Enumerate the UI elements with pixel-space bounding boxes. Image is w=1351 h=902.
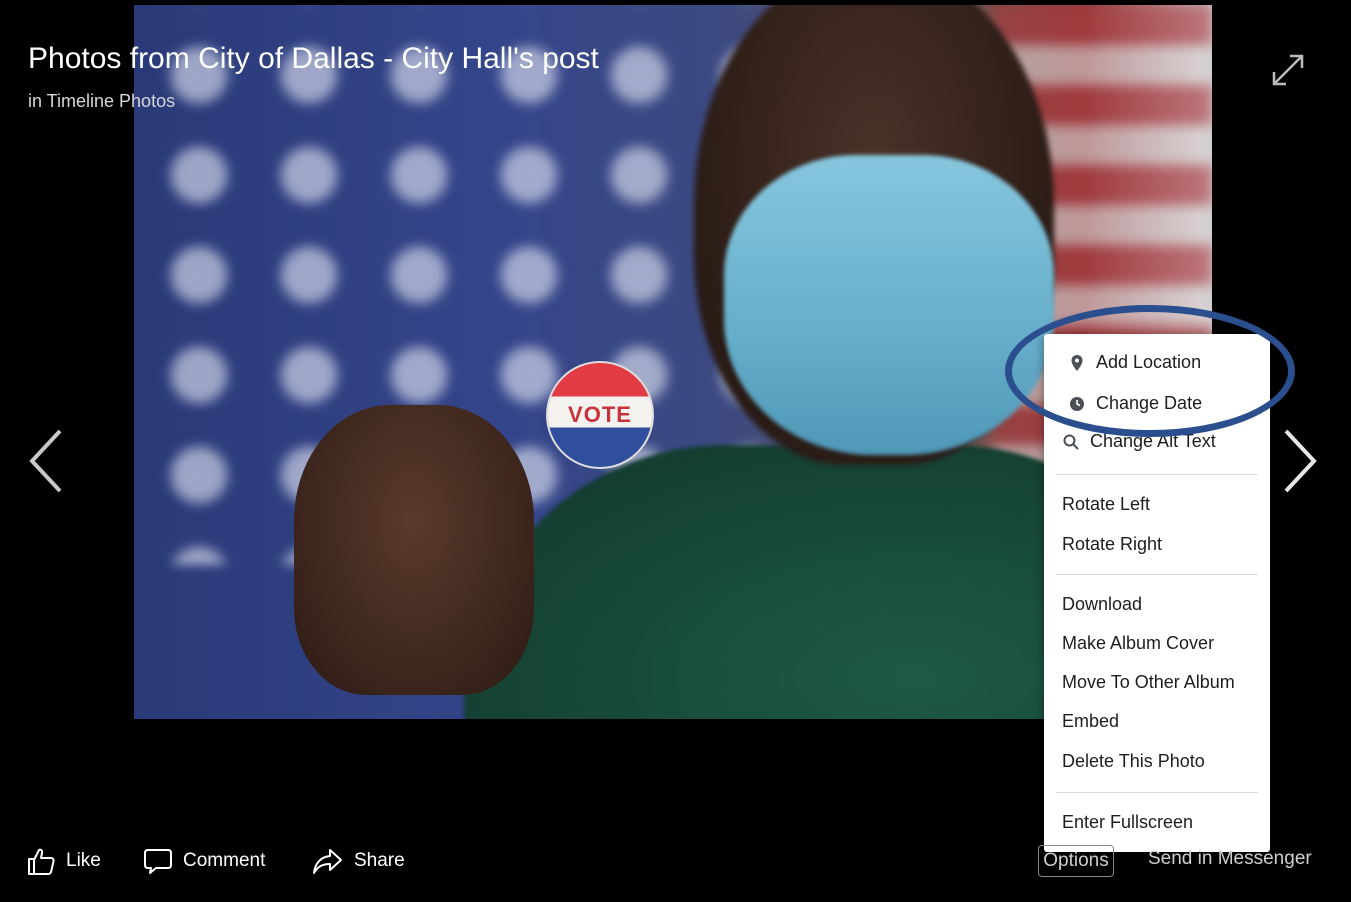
menu-item-move-to-other-album[interactable]: Move To Other Album xyxy=(1062,669,1235,695)
search-icon xyxy=(1062,432,1080,450)
menu-item-label: Change Alt Text xyxy=(1090,431,1216,451)
clock-icon xyxy=(1068,394,1086,412)
menu-item-label: Move To Other Album xyxy=(1062,672,1235,692)
vote-sticker-text: VOTE xyxy=(568,402,632,427)
send-in-messenger-button[interactable]: Send in Messenger xyxy=(1148,848,1312,870)
menu-item-label: Make Album Cover xyxy=(1062,633,1215,653)
comment-button[interactable]: Comment xyxy=(143,846,265,876)
menu-item-rotate-right[interactable]: Rotate Right xyxy=(1062,531,1162,557)
menu-item-label: Rotate Right xyxy=(1062,534,1163,554)
album-link[interactable]: in Timeline Photos xyxy=(28,91,175,112)
share-button[interactable]: Share xyxy=(312,846,405,876)
menu-item-change-date[interactable]: Change Date xyxy=(1062,390,1202,416)
vote-sticker: VOTE xyxy=(546,361,654,469)
menu-item-label: Embed xyxy=(1062,711,1120,731)
comment-bubble-icon xyxy=(144,849,172,874)
page-title: Photos from City of Dallas - City Hall's… xyxy=(28,42,599,75)
options-label: Options xyxy=(1043,850,1109,871)
menu-item-label: Rotate Left xyxy=(1062,494,1151,514)
chevron-left-icon[interactable] xyxy=(26,428,66,494)
share-arrow-icon xyxy=(313,849,342,874)
like-label: Like xyxy=(66,850,101,871)
location-pin-icon xyxy=(1068,353,1086,371)
menu-item-label: Download xyxy=(1062,594,1143,614)
menu-item-change-alt-text[interactable]: Change Alt Text xyxy=(1056,431,1216,451)
menu-item-label: Change Date xyxy=(1096,393,1203,413)
menu-item-download[interactable]: Download xyxy=(1062,591,1142,617)
menu-item-label: Delete This Photo xyxy=(1062,751,1205,771)
menu-divider xyxy=(1056,574,1258,575)
menu-item-label: Enter Fullscreen xyxy=(1062,812,1194,832)
menu-item-embed[interactable]: Embed xyxy=(1062,708,1119,734)
menu-divider xyxy=(1056,792,1258,793)
menu-divider xyxy=(1056,474,1258,475)
menu-item-label: Add Location xyxy=(1096,352,1202,372)
menu-item-enter-fullscreen[interactable]: Enter Fullscreen xyxy=(1062,809,1193,835)
thumbs-up-icon xyxy=(28,848,55,875)
options-button[interactable]: Options xyxy=(1038,845,1114,877)
chevron-right-icon[interactable] xyxy=(1280,428,1320,494)
person-hand xyxy=(294,405,534,695)
menu-item-rotate-left[interactable]: Rotate Left xyxy=(1062,491,1150,517)
face-mask xyxy=(724,155,1054,455)
like-button[interactable]: Like xyxy=(26,846,101,876)
share-label: Share xyxy=(354,850,405,871)
options-menu: Add Location Change Date Change Alt Text… xyxy=(1044,334,1270,852)
menu-item-delete-photo[interactable]: Delete This Photo xyxy=(1062,748,1205,774)
comment-label: Comment xyxy=(183,850,266,871)
menu-item-make-album-cover[interactable]: Make Album Cover xyxy=(1062,630,1214,656)
expand-icon[interactable] xyxy=(1270,52,1306,88)
menu-item-add-location[interactable]: Add Location xyxy=(1062,349,1201,375)
